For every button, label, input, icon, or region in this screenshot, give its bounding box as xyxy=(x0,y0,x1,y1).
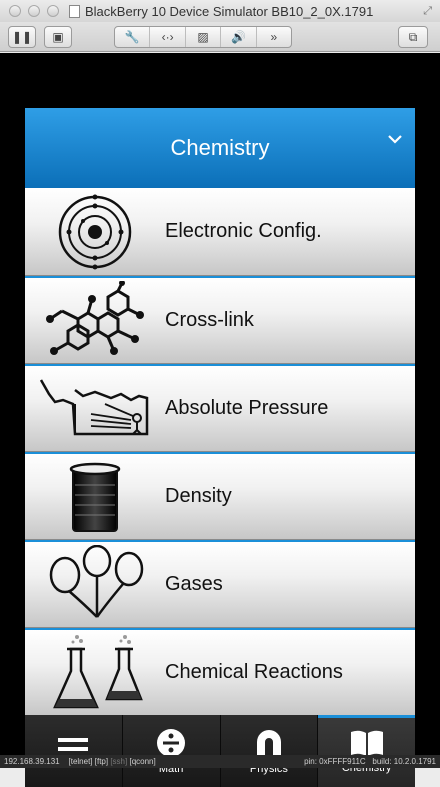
screenshot-icon: ▣ xyxy=(52,30,64,44)
telnet-link[interactable]: [telnet] xyxy=(69,757,93,766)
magnet-icon xyxy=(256,729,281,756)
list-item-label: Cross-link xyxy=(165,309,254,331)
molecule-icon xyxy=(25,279,165,363)
flasks-icon xyxy=(25,631,165,715)
tab-math[interactable]: Math xyxy=(123,715,221,787)
double-chevron-icon: » xyxy=(270,30,278,44)
zoom-window-button[interactable] xyxy=(47,5,59,17)
network-arrows-icon: ‹·› xyxy=(161,30,174,44)
simulator-toolbar: ❚❚ ▣ 🔧 ‹·› ▨ 🔊 » ⧉ xyxy=(0,22,440,52)
ip-address: 192.168.39.131 xyxy=(4,757,60,766)
device-screen: Chemistry Electronic Config. Cross-link … xyxy=(25,108,415,787)
divide-icon xyxy=(157,728,186,757)
book-icon xyxy=(350,730,383,756)
sd-card-icon: ▨ xyxy=(197,30,209,44)
topic-list: Electronic Config. Cross-link Absolute P… xyxy=(25,188,415,716)
chevron-down-icon[interactable] xyxy=(387,132,403,146)
simulator-tools-group: 🔧 ‹·› ▨ 🔊 » xyxy=(114,26,292,48)
list-item-gases[interactable]: Gases xyxy=(25,540,415,628)
ftp-link[interactable]: [ftp] xyxy=(95,757,108,766)
list-item-label: Density xyxy=(165,485,232,507)
ssh-link[interactable]: [ssh] xyxy=(110,757,127,766)
list-item-density[interactable]: Density xyxy=(25,452,415,540)
build-version: build: 10.2.0.1791 xyxy=(372,757,436,766)
speaker-icon: 🔊 xyxy=(230,30,246,44)
atom-icon xyxy=(25,190,165,274)
wrench-button[interactable]: 🔧 xyxy=(115,27,151,47)
list-item-label: Gases xyxy=(165,573,223,595)
list-item-absolute-pressure[interactable]: Absolute Pressure xyxy=(25,364,415,452)
windows-icon: ⧉ xyxy=(408,29,418,44)
window-controls xyxy=(9,5,59,17)
list-item-electronic-config[interactable]: Electronic Config. xyxy=(25,188,415,276)
qconn-link[interactable]: [qconn] xyxy=(129,757,155,766)
minimize-window-button[interactable] xyxy=(28,5,40,17)
storage-button[interactable]: ▨ xyxy=(186,27,222,47)
pressure-diagram-icon xyxy=(25,367,165,451)
document-icon xyxy=(69,4,80,18)
fullscreen-icon[interactable]: ⤢ xyxy=(423,5,432,18)
app-header[interactable]: Chemistry xyxy=(25,108,415,188)
pause-button[interactable]: ❚❚ xyxy=(8,26,36,48)
pause-icon: ❚❚ xyxy=(11,30,33,44)
screenshot-button[interactable]: ▣ xyxy=(44,26,72,48)
tab-physics[interactable]: Physics xyxy=(221,715,319,787)
network-button[interactable]: ‹·› xyxy=(150,27,186,47)
simulator-status-bar: 192.168.39.131 [telnet] [ftp] [ssh] [qco… xyxy=(0,755,440,768)
list-item-label: Absolute Pressure xyxy=(165,397,329,419)
volume-button[interactable]: 🔊 xyxy=(221,27,257,47)
window-mode-button[interactable]: ⧉ xyxy=(398,26,428,48)
device-pin: pin: 0xFFFF911C xyxy=(304,757,366,766)
more-tools-button[interactable]: » xyxy=(257,27,291,47)
window-title-text: BlackBerry 10 Device Simulator BB10_2_0X… xyxy=(85,3,374,19)
tab-bar: Math Physics Chemistry xyxy=(25,715,415,787)
beaker-icon xyxy=(25,455,165,539)
window-titlebar: BlackBerry 10 Device Simulator BB10_2_0X… xyxy=(0,0,440,22)
balloons-icon xyxy=(25,543,165,627)
list-item-cross-link[interactable]: Cross-link xyxy=(25,276,415,364)
wrench-icon: 🔧 xyxy=(124,30,140,44)
list-item-chemical-reactions[interactable]: Chemical Reactions xyxy=(25,628,415,716)
tab-menu[interactable] xyxy=(25,715,123,787)
page-title: Chemistry xyxy=(170,135,270,160)
tab-chemistry[interactable]: Chemistry xyxy=(318,715,415,787)
close-window-button[interactable] xyxy=(9,5,21,17)
window-title: BlackBerry 10 Device Simulator BB10_2_0X… xyxy=(69,4,373,19)
list-item-label: Electronic Config. xyxy=(165,220,322,242)
list-item-label: Chemical Reactions xyxy=(165,661,343,683)
